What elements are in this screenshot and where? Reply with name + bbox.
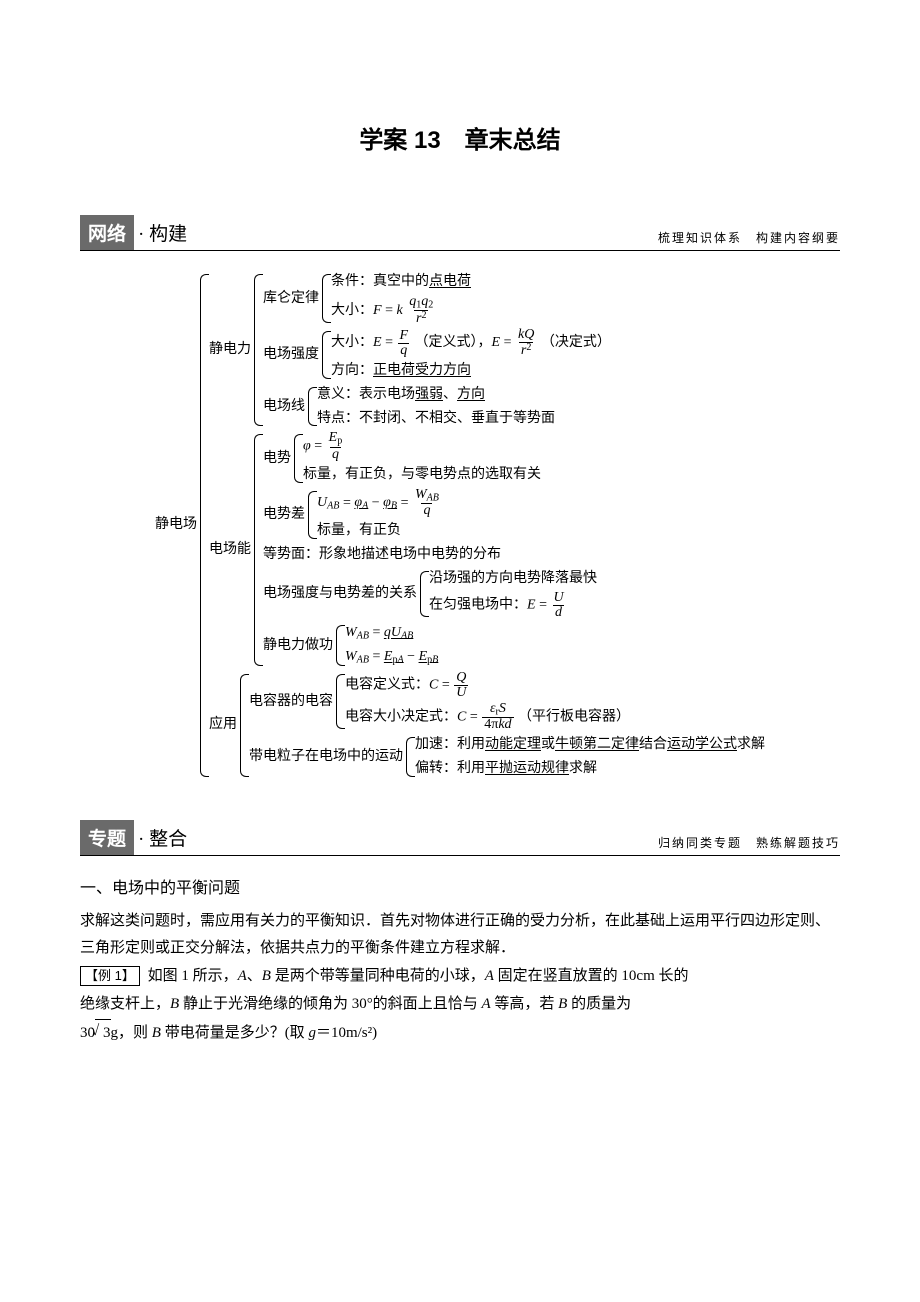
capacitance-def: 电容定义式：C = QU xyxy=(345,671,630,700)
section-right-network: 梳理知识体系 构建内容纲要 xyxy=(191,229,840,250)
node-charged-particle: 带电粒子在电场中的运动 xyxy=(249,746,403,768)
particle-accelerate: 加速：利用动能定理或牛顿第二定律结合运动学公式求解 xyxy=(415,734,765,756)
node-jingdianli: 静电力 xyxy=(209,339,251,361)
section-sub-topic: · 整合 xyxy=(134,820,191,855)
potential-scalar: 标量，有正负，与零电势点的选取有关 xyxy=(303,464,541,486)
node-capacitance: 电容器的电容 xyxy=(249,691,333,713)
coulomb-condition: 条件：真空中的点电荷 xyxy=(331,271,471,293)
section-right-topic: 归纳同类专题 熟练解题技巧 xyxy=(191,834,840,855)
page-title: 学案 13 章末总结 xyxy=(80,120,840,155)
node-application: 应用 xyxy=(209,714,237,736)
node-potential-diff: 电势差 xyxy=(263,504,305,526)
particle-deflect: 偏转：利用平抛运动规律求解 xyxy=(415,758,765,780)
node-e-u-relation: 电场强度与电势差的关系 xyxy=(263,583,417,605)
root-label: 静电场 xyxy=(155,514,197,536)
capacitance-det: 电容大小决定式：C = εrS4πkd （平行板电容器） xyxy=(345,702,630,733)
section-box-network: 网络 xyxy=(80,215,134,250)
e-u-line2: 在匀强电场中：E = Ud xyxy=(429,591,597,620)
coulomb-magnitude: 大小：F = k q1q2r2 xyxy=(331,295,471,327)
e-u-line1: 沿场强的方向电势降落最快 xyxy=(429,568,597,590)
field-lines-meaning: 意义：表示电场强弱、方向 xyxy=(317,384,555,406)
field-lines-features: 特点：不封闭、不相交、垂直于等势面 xyxy=(317,408,555,430)
work-formula-2: WAB = EpA − EpB xyxy=(345,646,438,668)
node-coulomb: 库仑定律 xyxy=(263,288,319,310)
work-formula-1: WAB = qUAB xyxy=(345,622,438,644)
example-1: 【例 1】 如图 1 所示，A、B 是两个带等量同种电荷的小球，A 固定在竖直放… xyxy=(80,963,840,1047)
potential-formula: φ = Epq xyxy=(303,431,541,462)
section-topic-header: 专题 · 整合 归纳同类专题 熟练解题技巧 xyxy=(80,820,840,856)
potential-diff-scalar: 标量，有正负 xyxy=(317,520,442,542)
section-sub-network: · 构建 xyxy=(134,215,191,250)
node-field-energy: 电场能 xyxy=(209,539,251,561)
example-label: 【例 1】 xyxy=(80,966,140,986)
equipotential-surface: 等势面：形象地描述电场中电势的分布 xyxy=(263,544,597,566)
node-e-intensity: 电场强度 xyxy=(263,344,319,366)
node-work: 静电力做功 xyxy=(263,635,333,657)
section-network-header: 网络 · 构建 梳理知识体系 构建内容纲要 xyxy=(80,215,840,251)
topic-1-paragraph: 求解这类问题时，需应用有关力的平衡知识．首先对物体进行正确的受力分析，在此基础上… xyxy=(80,908,840,964)
node-field-lines: 电场线 xyxy=(263,396,305,418)
e-intensity-direction: 方向：正电荷受力方向 xyxy=(331,360,611,382)
potential-diff-formula: UAB = φA − φB = WABq xyxy=(317,488,442,519)
topic-1-heading: 一、电场中的平衡问题 xyxy=(80,874,840,898)
section-box-topic: 专题 xyxy=(80,820,134,855)
node-potential: 电势 xyxy=(263,448,291,470)
e-intensity-magnitude: 大小：E = Fq （定义式），E = kQr2 （决定式） xyxy=(331,328,611,358)
concept-tree: 静电场 静电力 库仑定律 xyxy=(80,271,840,780)
